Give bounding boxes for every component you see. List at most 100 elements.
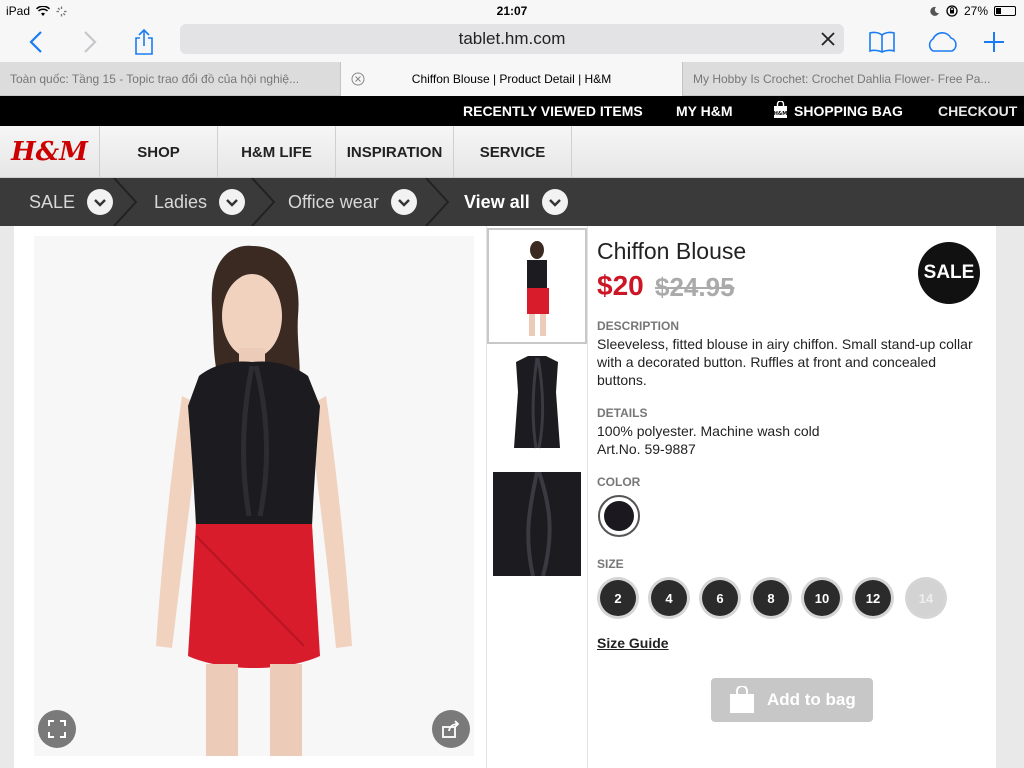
new-tab-button[interactable] bbox=[978, 26, 1010, 58]
breadcrumb-label: SALE bbox=[29, 191, 76, 212]
breadcrumb-view-all[interactable]: View all bbox=[464, 178, 568, 226]
hm-logo[interactable]: H&M bbox=[0, 126, 100, 178]
share-icon bbox=[135, 28, 153, 55]
my-hm-link[interactable]: MY H&M bbox=[676, 103, 733, 119]
details-line-1: 100% polyester. Machine wash cold bbox=[597, 423, 820, 439]
size-option[interactable]: 12 bbox=[855, 580, 891, 616]
account-bar: RECENTLY VIEWED ITEMS MY H&M H&M SHOPPIN… bbox=[0, 96, 1024, 126]
breadcrumb-ladies[interactable]: Ladies bbox=[154, 178, 246, 226]
product-title: Chiffon Blouse bbox=[597, 238, 747, 264]
thumbnail-strip bbox=[486, 226, 588, 768]
breadcrumb-separator bbox=[113, 178, 138, 226]
thumbnail-blouse-image bbox=[514, 356, 560, 449]
product-page: Chiffon Blouse $20 $24.95 SALE DESCRIPTI… bbox=[14, 226, 996, 768]
forward-button[interactable] bbox=[74, 26, 106, 58]
shopping-bag-icon: H&M bbox=[774, 101, 788, 118]
chevron-right-icon bbox=[84, 31, 97, 53]
size-option[interactable]: 4 bbox=[651, 580, 687, 616]
svg-text:H&M: H&M bbox=[774, 111, 788, 117]
size-option[interactable]: 2 bbox=[600, 580, 636, 616]
size-option[interactable]: 10 bbox=[804, 580, 840, 616]
size-label: SIZE bbox=[597, 557, 624, 571]
size-guide-link[interactable]: Size Guide bbox=[597, 635, 669, 651]
thumbnail-detail-image bbox=[493, 471, 581, 577]
chevron-left-icon bbox=[29, 31, 42, 53]
checkout-link[interactable]: CHECKOUT bbox=[938, 103, 1017, 119]
tab-1[interactable]: Toàn quốc: Tầng 15 - Topic trao đổi đồ c… bbox=[0, 62, 341, 96]
tab-close-icon[interactable] bbox=[351, 72, 365, 86]
plus-icon bbox=[984, 32, 1004, 52]
tab-label: My Hobby Is Crochet: Crochet Dahlia Flow… bbox=[693, 72, 991, 86]
nav-hm-life[interactable]: H&M LIFE bbox=[218, 126, 336, 178]
rotation-lock-icon bbox=[946, 5, 958, 17]
thumbnail-2[interactable] bbox=[487, 346, 587, 462]
chevron-down-icon[interactable] bbox=[390, 189, 417, 215]
share-image-button[interactable] bbox=[432, 710, 470, 748]
bookmarks-button[interactable] bbox=[866, 26, 898, 58]
app-root: iPad 21:07 27% tablet.hm.com Toàn quốc: … bbox=[0, 0, 1024, 768]
model-photo bbox=[156, 245, 352, 756]
color-label: COLOR bbox=[597, 475, 641, 489]
browser-toolbar: tablet.hm.com bbox=[0, 22, 1024, 62]
size-option-unavailable: 14 bbox=[908, 580, 944, 616]
status-bar: iPad 21:07 27% bbox=[0, 0, 1024, 22]
chevron-down-icon[interactable] bbox=[87, 189, 114, 215]
original-price: $24.95 bbox=[655, 272, 735, 302]
sale-badge: SALE bbox=[918, 242, 980, 304]
thumbnail-1[interactable] bbox=[487, 228, 587, 344]
battery-level bbox=[996, 8, 1001, 14]
book-icon bbox=[869, 31, 895, 53]
size-option[interactable]: 6 bbox=[702, 580, 738, 616]
tab-3[interactable]: My Hobby Is Crochet: Crochet Dahlia Flow… bbox=[683, 62, 1024, 96]
main-nav: H&M SHOP H&M LIFE INSPIRATION SERVICE bbox=[0, 126, 1024, 178]
content-area: Chiffon Blouse $20 $24.95 SALE DESCRIPTI… bbox=[0, 226, 1024, 768]
tab-label: Chiffon Blouse | Product Detail | H&M bbox=[411, 72, 612, 86]
back-button[interactable] bbox=[20, 26, 52, 58]
clock: 21:07 bbox=[496, 4, 528, 18]
nav-inspiration[interactable]: INSPIRATION bbox=[336, 126, 454, 178]
product-details: Chiffon Blouse $20 $24.95 SALE DESCRIPTI… bbox=[597, 226, 996, 768]
url-text: tablet.hm.com bbox=[458, 29, 566, 48]
moon-icon bbox=[930, 6, 939, 16]
battery-percent: 27% bbox=[963, 4, 988, 18]
share-icon bbox=[442, 720, 460, 738]
nav-shop[interactable]: SHOP bbox=[100, 126, 218, 178]
breadcrumb-sale[interactable]: SALE bbox=[29, 178, 114, 226]
details-label: DETAILS bbox=[597, 406, 648, 420]
address-bar[interactable]: tablet.hm.com bbox=[180, 24, 844, 54]
size-option[interactable]: 8 bbox=[753, 580, 789, 616]
fullscreen-button[interactable] bbox=[38, 710, 76, 748]
nav-service[interactable]: SERVICE bbox=[454, 126, 572, 178]
cloud-icon bbox=[928, 32, 957, 52]
product-main-image[interactable] bbox=[34, 236, 474, 756]
status-right: 27% bbox=[930, 4, 1016, 18]
expand-icon bbox=[48, 720, 66, 738]
breadcrumb-label: View all bbox=[464, 191, 530, 212]
breadcrumb-label: Ladies bbox=[154, 191, 208, 212]
chevron-down-icon[interactable] bbox=[219, 189, 246, 215]
battery-icon bbox=[994, 6, 1016, 16]
breadcrumb-separator bbox=[425, 178, 450, 226]
close-icon[interactable] bbox=[818, 29, 838, 49]
recently-viewed-link[interactable]: RECENTLY VIEWED ITEMS bbox=[463, 103, 643, 119]
color-swatch-black[interactable] bbox=[598, 495, 640, 537]
thumbnail-model-image bbox=[527, 241, 549, 336]
breadcrumb: SALE Ladies Office wear View all bbox=[0, 178, 1024, 226]
tab-2-active[interactable]: Chiffon Blouse | Product Detail | H&M bbox=[341, 62, 683, 96]
tab-label: Toàn quốc: Tầng 15 - Topic trao đổi đồ c… bbox=[10, 72, 300, 86]
size-options: 2 4 6 8 10 12 14 bbox=[600, 580, 960, 620]
thumbnail-3[interactable] bbox=[487, 466, 587, 582]
scroll-edge bbox=[1016, 226, 1024, 768]
color-swatch-fill bbox=[604, 501, 634, 531]
description-label: DESCRIPTION bbox=[597, 319, 680, 333]
icloud-tabs-button[interactable] bbox=[922, 26, 962, 58]
details-line-2: Art.No. 59-9887 bbox=[597, 441, 696, 457]
chevron-down-icon[interactable] bbox=[541, 189, 568, 215]
share-button[interactable] bbox=[128, 26, 160, 58]
add-to-bag-button[interactable]: Add to bag bbox=[711, 678, 873, 722]
sale-price: $20 bbox=[597, 270, 644, 301]
description-text: Sleeveless, fitted blouse in airy chiffo… bbox=[597, 336, 973, 388]
breadcrumb-office-wear[interactable]: Office wear bbox=[288, 178, 417, 226]
add-to-bag-label: Add to bag bbox=[767, 690, 856, 709]
shopping-bag-link[interactable]: SHOPPING BAG bbox=[794, 103, 903, 119]
